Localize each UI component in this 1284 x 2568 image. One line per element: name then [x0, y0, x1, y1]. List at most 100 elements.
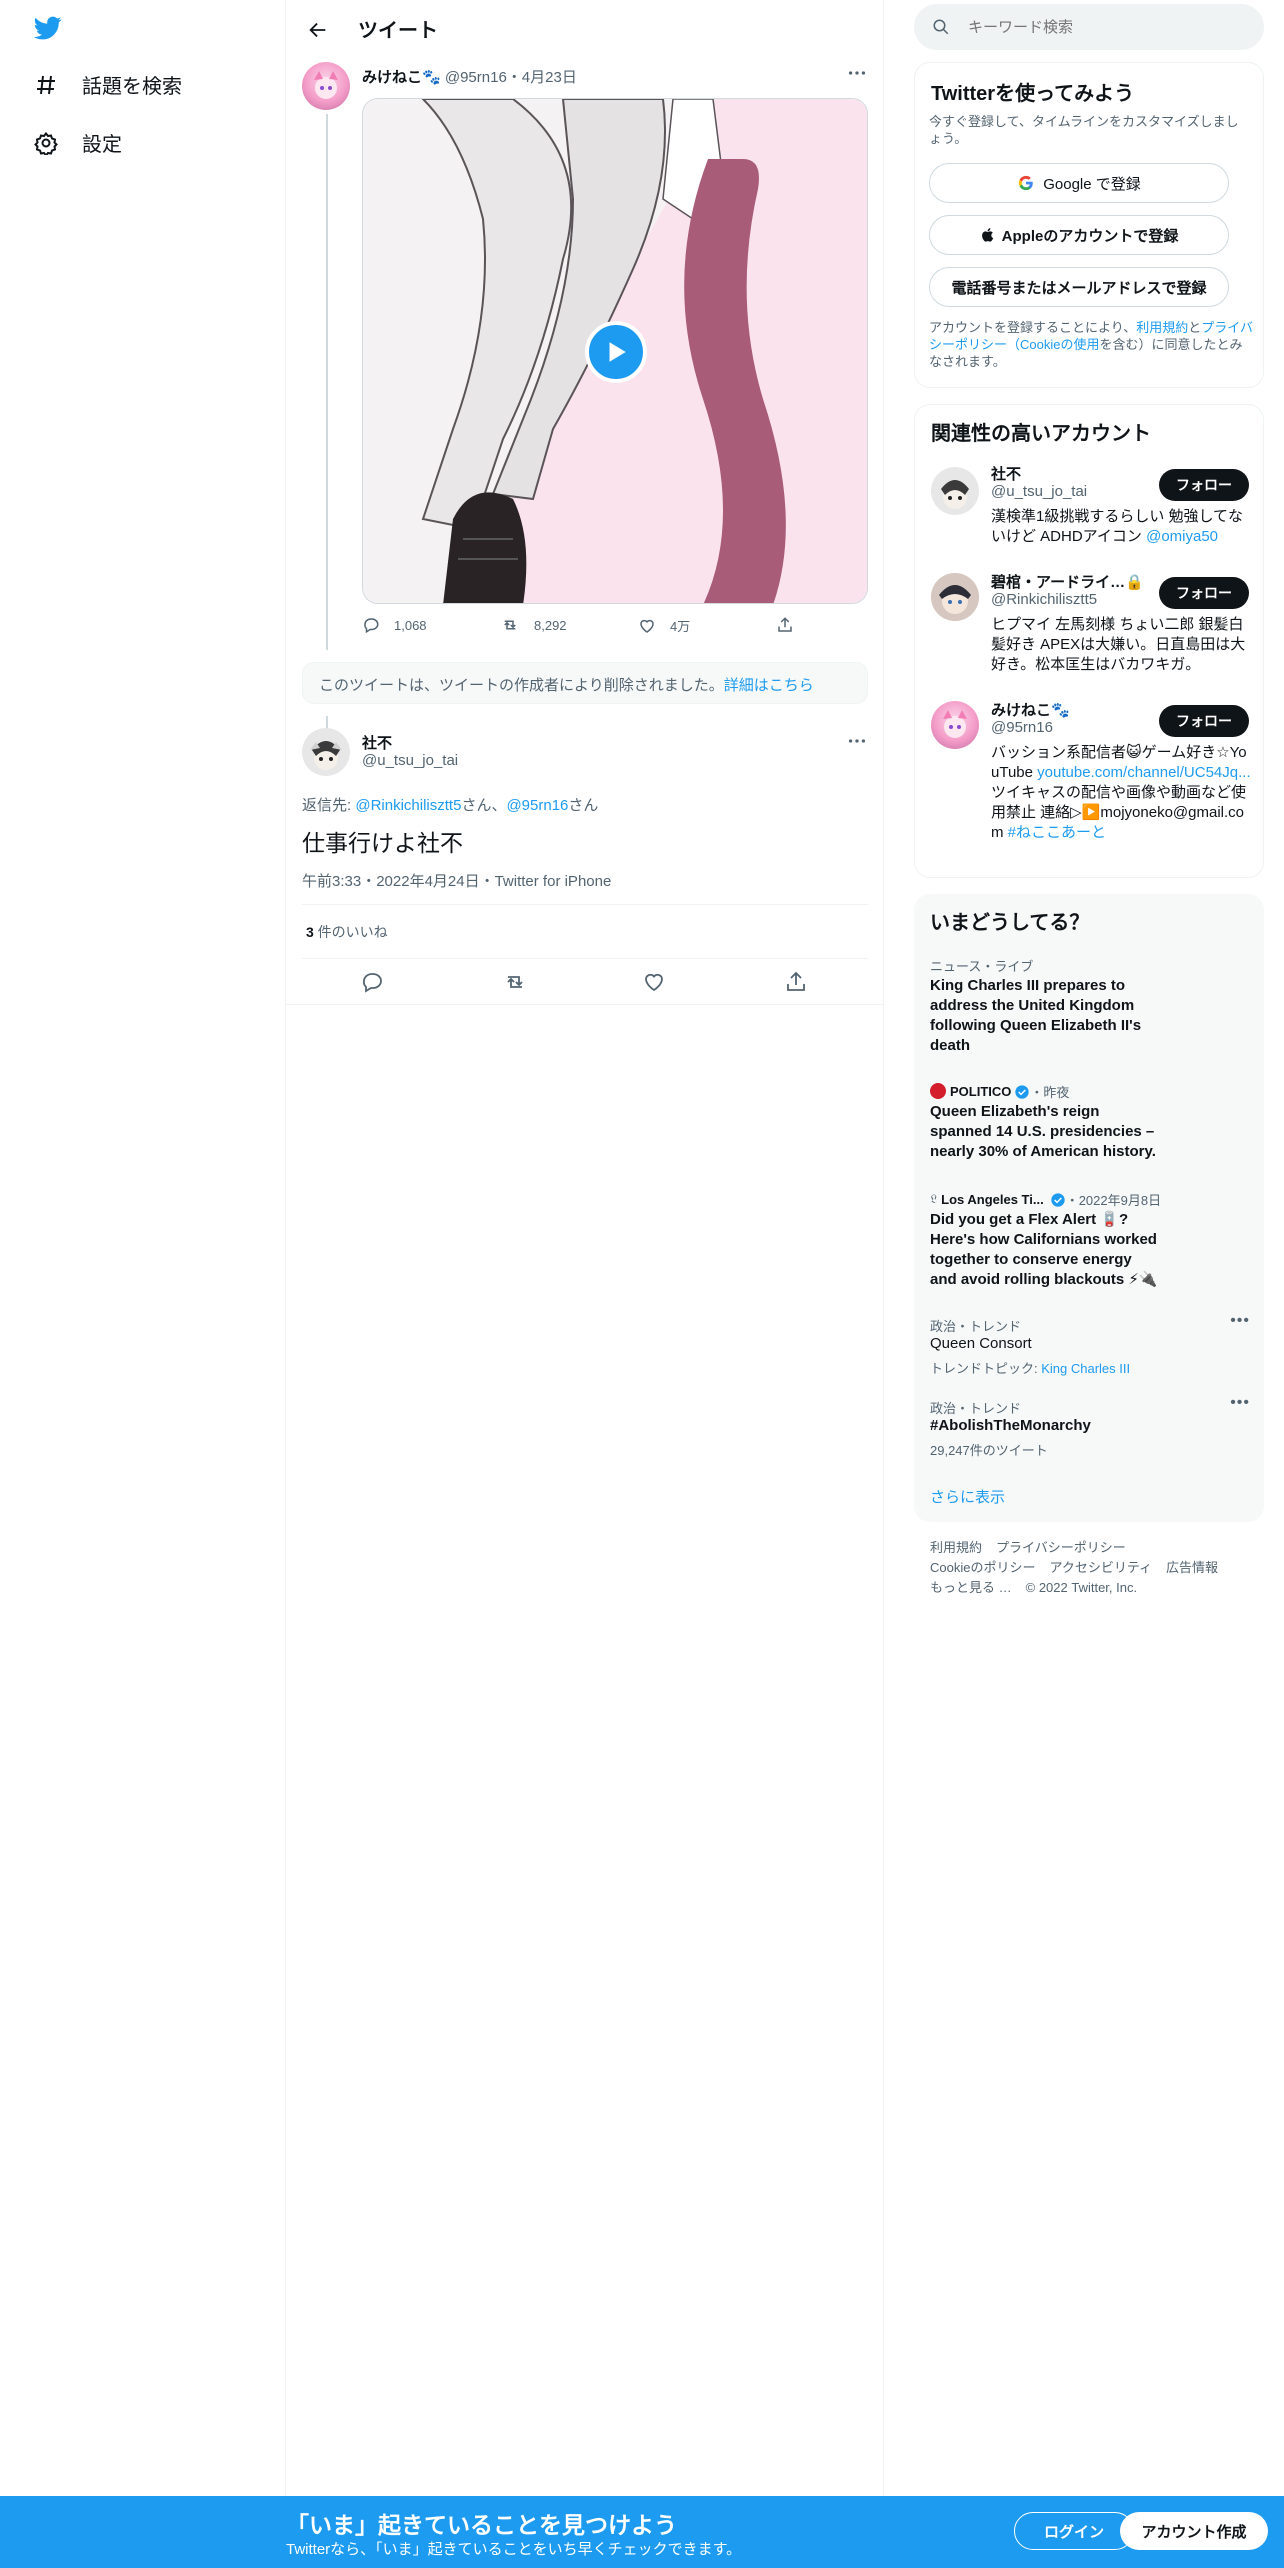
reply-separator: さん、 — [461, 797, 507, 814]
trends-title: いまどうしてる？ — [930, 912, 1090, 934]
reply-context: 返信先: @Rinkichilisztt5さん、@95rn16さん — [302, 794, 598, 815]
page-title: ツイート — [358, 20, 438, 42]
footer-link[interactable]: アクセシビリティ — [1049, 1560, 1152, 1575]
terms-link[interactable]: 利用規約 — [1136, 320, 1188, 335]
footer-link[interactable]: プライバシーポリシー — [996, 1540, 1126, 1555]
reply-mention-link[interactable]: @Rinkichilisztt5 — [355, 797, 461, 814]
author-handle[interactable]: @u_tsu_jo_tai — [362, 752, 458, 769]
trend-subtopic: トレンドトピック: King Charles III — [930, 1358, 1130, 1377]
avatar[interactable] — [931, 467, 979, 515]
google-signup-button[interactable]: Google で登録 — [929, 163, 1229, 203]
search-box[interactable] — [914, 4, 1264, 50]
likes-summary[interactable]: 3 件のいいね — [306, 922, 388, 942]
trends-card: いまどうしてる？ ニュース・ライブ King Charles III prepa… — [914, 894, 1264, 1522]
reply-button[interactable]: 1,068 — [362, 616, 427, 634]
login-button[interactable]: ログイン — [1014, 2512, 1134, 2550]
footer-link[interactable]: Cookieのポリシー — [930, 1560, 1035, 1575]
bio-hashtag-link[interactable]: #ねここあーと — [1008, 824, 1106, 841]
apple-signup-label: Appleのアカウントで登録 — [1001, 227, 1179, 245]
account-handle[interactable]: @95rn16 — [991, 719, 1053, 736]
more-options-icon[interactable]: ••• — [1230, 1312, 1250, 1330]
follow-button[interactable]: フォロー — [1159, 577, 1249, 609]
avatar[interactable] — [931, 701, 979, 749]
phone-email-signup-label: 電話番号またはメールアドレスで登録 — [951, 279, 1207, 297]
tweet-header: みけねこ🐾 @95rn16・4月23日 — [362, 66, 577, 87]
retweet-button[interactable]: 8,292 — [500, 616, 567, 634]
retweet-count: 8,292 — [534, 617, 567, 633]
trend-topic-link[interactable]: King Charles III — [1041, 1361, 1130, 1376]
share-button[interactable] — [776, 616, 808, 634]
avatar[interactable] — [302, 728, 350, 776]
trend-item[interactable]: Queen Elizabeth's reign spanned 14 U.S. … — [930, 1102, 1160, 1162]
author-handle[interactable]: @95rn16 — [445, 69, 507, 86]
learn-more-link[interactable]: 詳細はこちら — [724, 677, 814, 694]
share-icon — [787, 971, 805, 991]
signup-card: Twitterを使ってみよう 今すぐ登録して、タイムラインをカスタマイズしましょ… — [914, 62, 1264, 388]
like-button[interactable] — [642, 970, 666, 999]
heart-icon — [645, 973, 663, 992]
tweet-timestamp[interactable]: 午前3:33・2022年4月24日・Twitter for iPhone — [302, 870, 611, 891]
trend-meta: ニュース・ライブ — [930, 959, 1034, 974]
hashtag-icon — [32, 71, 60, 99]
account-name[interactable]: 碧棺・アードライ…🔒 — [991, 571, 1141, 592]
bio-link[interactable]: @omiya50 — [1146, 528, 1218, 545]
account-handle[interactable]: @Rinkichilisztt5 — [991, 591, 1097, 608]
phone-email-signup-button[interactable]: 電話番号またはメールアドレスで登録 — [929, 267, 1229, 307]
related-accounts-card: 関連性の高いアカウント 社不 @u_tsu_jo_tai フォロー 漢検準1級挑… — [914, 404, 1264, 878]
like-button[interactable]: 4万 — [638, 616, 690, 635]
share-button[interactable] — [784, 970, 808, 999]
heart-icon — [640, 619, 654, 633]
reply-button[interactable] — [360, 970, 384, 999]
nav-explore[interactable]: 話題を検索 — [32, 70, 182, 99]
copyright: © 2022 Twitter, Inc. — [1025, 1580, 1138, 1595]
google-icon — [1019, 175, 1033, 191]
show-more-link[interactable]: さらに表示 — [930, 1486, 1005, 1507]
bio-link[interactable]: youtube.com/channel/UC54Jq... — [1037, 764, 1250, 781]
apple-signup-button[interactable]: Appleのアカウントで登録 — [929, 215, 1229, 255]
footer-more-link[interactable]: もっと見る … — [930, 1580, 1012, 1595]
tweet-video[interactable] — [362, 98, 868, 604]
signup-title: Twitterを使ってみよう — [931, 83, 1135, 105]
trend-item[interactable]: Queen Consort — [930, 1334, 1032, 1354]
footer-link[interactable]: 利用規約 — [930, 1540, 982, 1555]
trend-meta: POLITICO ・昨夜 — [930, 1082, 1069, 1101]
twitter-logo-icon[interactable] — [32, 14, 64, 47]
author-name[interactable]: 社不 — [362, 732, 392, 753]
author-name[interactable]: みけねこ🐾 — [362, 69, 441, 86]
more-options-icon[interactable] — [846, 62, 868, 89]
trend-subtopic-label: トレンドトピック: — [930, 1361, 1042, 1376]
play-button[interactable] — [585, 321, 647, 383]
avatar[interactable] — [302, 62, 350, 110]
trend-item[interactable]: #AbolishTheMonarchy — [930, 1416, 1091, 1436]
terms-text: と — [1188, 320, 1202, 335]
trend-meta: 𝔏 Los Angeles Ti... ・2022年9月8日 — [930, 1190, 1161, 1209]
footer-link[interactable]: 広告情報 — [1166, 1560, 1218, 1575]
reply-icon — [363, 973, 382, 993]
create-account-button[interactable]: アカウント作成 — [1120, 2512, 1268, 2550]
trend-item[interactable]: King Charles III prepares to address the… — [930, 976, 1150, 1056]
reply-prefix: 返信先: — [302, 797, 356, 814]
nav-explore-label: 話題を検索 — [82, 76, 182, 98]
tweet-date[interactable]: ・4月23日 — [507, 69, 577, 86]
avatar[interactable] — [931, 573, 979, 621]
more-options-icon[interactable] — [846, 730, 868, 757]
divider — [302, 958, 868, 959]
divider — [302, 904, 868, 905]
nav-settings[interactable]: 設定 — [32, 128, 122, 157]
trend-time: ・昨夜 — [1030, 1085, 1070, 1100]
banner-subtitle: Twitterなら、「いま」起きていることをいち早くチェックできます。 — [286, 2541, 742, 2558]
retweet-button[interactable] — [502, 970, 528, 999]
account-name[interactable]: 社不 — [991, 463, 1021, 484]
reply-icon — [364, 618, 379, 634]
back-button[interactable] — [300, 12, 336, 48]
search-input[interactable] — [968, 14, 1248, 40]
account-bio: ヒプマイ 左馬刻様 ちょい二郎 銀髪白髪好き APEXは大嫌い。日直島田は大好き… — [991, 616, 1246, 673]
account-name[interactable]: みけねこ🐾 — [991, 699, 1070, 720]
follow-button[interactable]: フォロー — [1159, 469, 1249, 501]
main-column: ツイート みけねこ🐾 @95rn16・4月23日 1,068 8,292 4万 … — [286, 0, 884, 2496]
reply-mention-link[interactable]: @95rn16 — [506, 797, 568, 814]
account-handle[interactable]: @u_tsu_jo_tai — [991, 483, 1087, 500]
more-options-icon[interactable]: ••• — [1230, 1394, 1250, 1412]
trend-item[interactable]: Did you get a Flex Alert 🪫? Here's how C… — [930, 1210, 1160, 1290]
follow-button[interactable]: フォロー — [1159, 705, 1249, 737]
